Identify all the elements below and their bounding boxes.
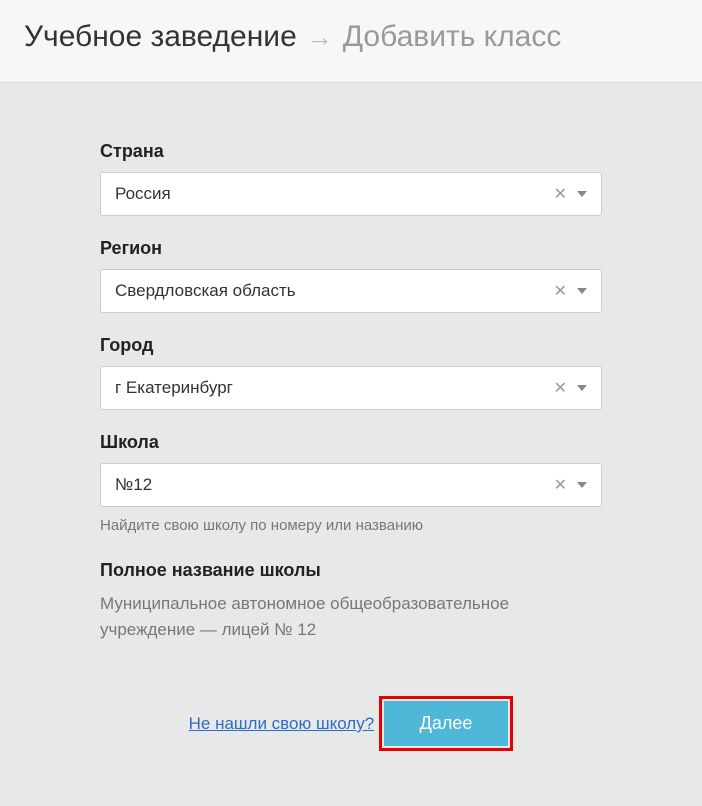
school-field: Школа №12 ✕ Найдите свою школу по номеру…	[100, 432, 602, 534]
country-select[interactable]: Россия ✕	[100, 172, 602, 216]
full-name-value: Муниципальное автономное общеобразовател…	[100, 591, 602, 642]
city-select[interactable]: г Екатеринбург ✕	[100, 366, 602, 410]
full-name-label: Полное название школы	[100, 560, 602, 581]
school-value: №12	[115, 475, 152, 495]
breadcrumb-current: Добавить класс	[343, 20, 562, 54]
chevron-down-icon[interactable]	[577, 191, 587, 197]
arrow-right-icon: →	[307, 22, 333, 53]
city-value: г Екатеринбург	[115, 378, 233, 398]
form-footer: Не нашли свою школу? Далее	[100, 674, 602, 751]
city-field: Город г Екатеринбург ✕	[100, 335, 602, 410]
region-value: Свердловская область	[115, 281, 296, 301]
school-hint: Найдите свою школу по номеру или названи…	[100, 517, 602, 534]
breadcrumb: Учебное заведение → Добавить класс	[24, 20, 678, 54]
breadcrumb-root[interactable]: Учебное заведение	[24, 20, 297, 54]
not-found-link[interactable]: Не нашли свою школу?	[189, 714, 375, 733]
region-label: Регион	[100, 238, 602, 259]
page-header: Учебное заведение → Добавить класс	[0, 0, 702, 83]
region-select[interactable]: Свердловская область ✕	[100, 269, 602, 313]
city-label: Город	[100, 335, 602, 356]
form-container: Страна Россия ✕ Регион Свердловская обла…	[0, 83, 702, 781]
clear-icon[interactable]: ✕	[552, 376, 569, 400]
country-field: Страна Россия ✕	[100, 141, 602, 216]
clear-icon[interactable]: ✕	[552, 182, 569, 206]
school-label: Школа	[100, 432, 602, 453]
country-label: Страна	[100, 141, 602, 162]
next-button[interactable]: Далее	[384, 701, 509, 746]
region-field: Регион Свердловская область ✕	[100, 238, 602, 313]
clear-icon[interactable]: ✕	[552, 279, 569, 303]
chevron-down-icon[interactable]	[577, 288, 587, 294]
school-select[interactable]: №12 ✕	[100, 463, 602, 507]
full-name-section: Полное название школы Муниципальное авто…	[100, 560, 602, 642]
clear-icon[interactable]: ✕	[552, 473, 569, 497]
next-button-highlight: Далее	[379, 696, 514, 751]
chevron-down-icon[interactable]	[577, 385, 587, 391]
country-value: Россия	[115, 184, 171, 204]
chevron-down-icon[interactable]	[577, 482, 587, 488]
